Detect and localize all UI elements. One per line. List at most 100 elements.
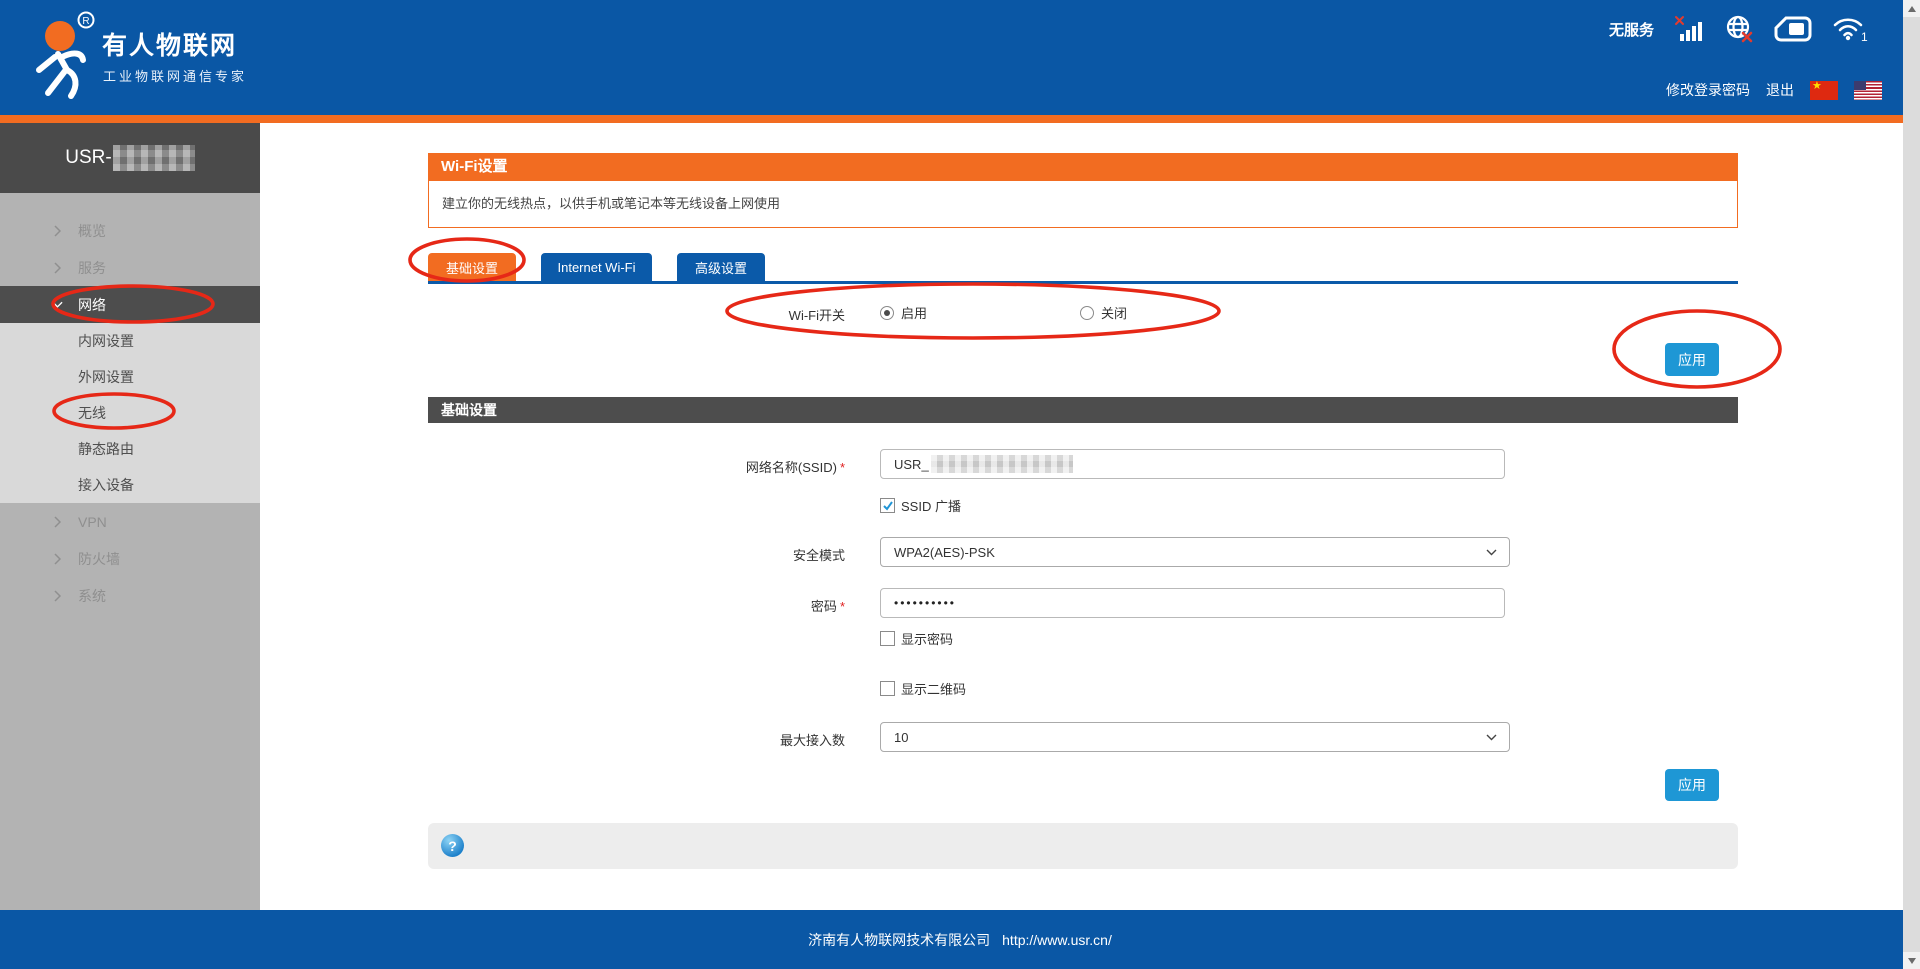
cn-star: ★ [1812,79,1822,92]
sidebar-item-access-devices[interactable]: 接入设备 [0,467,260,503]
svg-text:R: R [82,16,89,27]
sidebar-item-vpn[interactable]: VPN [0,503,260,540]
checkbox-unchecked-icon[interactable] [880,631,895,646]
change-password-link[interactable]: 修改登录密码 [1666,80,1750,100]
signal-bars-icon [1674,14,1704,44]
usr-logo-icon: R [20,8,98,104]
china-flag-icon[interactable]: ★ [1810,81,1838,100]
max-clients-select[interactable]: 10 [880,722,1510,752]
logout-link[interactable]: 退出 [1766,80,1794,100]
device-title-redacted [113,145,195,171]
section-title: 基础设置 [428,397,1738,423]
vertical-scrollbar[interactable] [1903,0,1920,969]
sidebar-item-system[interactable]: 系统 [0,577,260,614]
password-input[interactable]: •••••••••• [880,588,1505,618]
password-label: 密码* [500,596,845,615]
triangle-up-icon [1908,6,1916,12]
sidebar-item-label: 防火墙 [78,549,120,569]
triangle-down-icon [1908,958,1916,964]
tab-basic-settings[interactable]: 基础设置 [428,253,516,281]
max-clients-label: 最大接入数 [500,730,845,749]
show-password-label: 显示密码 [901,629,953,648]
apply-button-bottom[interactable]: 应用 [1665,769,1719,801]
radio-disable[interactable]: 关闭 [1080,303,1127,322]
chevron-right-icon [52,225,63,237]
sidebar-item-label: 网络 [78,295,106,315]
apply-button-top[interactable]: 应用 [1665,343,1719,376]
select-chevron-icon [1486,549,1497,556]
security-mode-select[interactable]: WPA2(AES)-PSK [880,537,1510,567]
no-service-text: 无服务 [1609,19,1654,40]
sidebar-item-services[interactable]: 服务 [0,249,260,286]
wifi-icon: 1 [1832,15,1868,43]
required-asterisk: * [840,599,845,614]
sidebar-menu: 概览 服务 网络 内网设置 外网设置 无线 静态路由 接入设备 VPN [0,212,260,614]
sidebar-item-label: 内网设置 [78,331,134,351]
header-links-row: 修改登录密码 退出 ★ [1666,80,1882,100]
checkbox-checked-icon[interactable] [880,498,895,513]
chevron-right-icon [52,516,63,528]
ssid-value-prefix: USR_ [894,457,929,472]
checkbox-unchecked-icon[interactable] [880,681,895,696]
sidebar-item-overview[interactable]: 概览 [0,212,260,249]
device-title-prefix: USR- [65,147,111,169]
radio-enable-label: 启用 [901,303,927,322]
sidebar-item-static-route[interactable]: 静态路由 [0,431,260,467]
footer-company: 济南有人物联网技术有限公司 [808,930,990,950]
top-header: R 有人物联网 工业物联网通信专家 无服务 [0,0,1920,115]
footer-url-link[interactable]: http://www.usr.cn/ [1002,932,1112,948]
max-clients-value: 10 [894,730,1486,745]
tab-advanced-settings[interactable]: 高级设置 [677,253,765,281]
sidebar-item-label: 静态路由 [78,439,134,459]
radio-disable-label: 关闭 [1101,303,1127,322]
wifi-settings-page: R 有人物联网 工业物联网通信专家 无服务 [0,0,1920,969]
question-mark-icon[interactable]: ? [441,834,464,857]
sidebar-item-wan-settings[interactable]: 外网设置 [0,359,260,395]
sim-card-icon [1774,16,1812,42]
ssid-value-redacted [931,455,1073,473]
chevron-right-icon [52,262,63,274]
sidebar-item-lan-settings[interactable]: 内网设置 [0,323,260,359]
sidebar-item-label: 外网设置 [78,367,134,387]
brand-subtitle: 工业物联网通信专家 [103,66,247,85]
sidebar-item-wireless[interactable]: 无线 [0,395,260,431]
sidebar-item-network[interactable]: 网络 [0,286,260,323]
ssid-broadcast-checkbox-row[interactable]: SSID 广播 [880,496,961,515]
sidebar-item-label: VPN [78,514,107,530]
page-description: 建立你的无线热点，以供手机或笔记本等无线设备上网使用 [428,180,1738,228]
sidebar-item-label: 概览 [78,221,106,241]
page-title: Wi-Fi设置 [428,153,1738,180]
radio-unselected-icon[interactable] [1080,306,1094,320]
ssid-input[interactable]: USR_ [880,449,1505,479]
show-password-checkbox-row[interactable]: 显示密码 [880,629,953,648]
accent-strip [0,115,1920,123]
help-panel: ? [428,823,1738,869]
sidebar-item-label: 服务 [78,258,106,278]
scrollbar-down-arrow[interactable] [1903,952,1920,969]
sidebar-item-label: 系统 [78,586,106,606]
sidebar-item-label: 无线 [78,403,106,423]
device-title: USR- [0,123,260,193]
show-qrcode-checkbox-row[interactable]: 显示二维码 [880,679,966,698]
tab-underline [428,281,1738,284]
chevron-right-icon [52,553,63,565]
radio-selected-icon[interactable] [880,306,894,320]
scrollbar-up-arrow[interactable] [1903,0,1920,17]
tab-internet-wifi[interactable]: Internet Wi-Fi [541,253,652,281]
radio-enable[interactable]: 启用 [880,303,927,322]
show-qrcode-label: 显示二维码 [901,679,966,698]
ssid-broadcast-label: SSID 广播 [901,496,961,515]
ssid-label: 网络名称(SSID)* [500,457,845,476]
security-mode-label: 安全模式 [500,545,845,564]
usa-flag-icon[interactable] [1854,81,1882,100]
sidebar: USR- 概览 服务 网络 内网设置 外网设置 无线 静态路由 接入设备 [0,123,260,910]
password-masked-value: •••••••••• [894,596,956,610]
sidebar-item-label: 接入设备 [78,475,134,495]
wifi-client-count: 1 [1861,30,1868,43]
scrollbar-thumb[interactable] [1903,17,1920,952]
security-mode-value: WPA2(AES)-PSK [894,545,1486,560]
sidebar-item-firewall[interactable]: 防火墙 [0,540,260,577]
brand-title: 有人物联网 [102,26,237,62]
globe-offline-icon [1724,14,1754,44]
status-icon-row: 无服务 [1609,12,1868,46]
